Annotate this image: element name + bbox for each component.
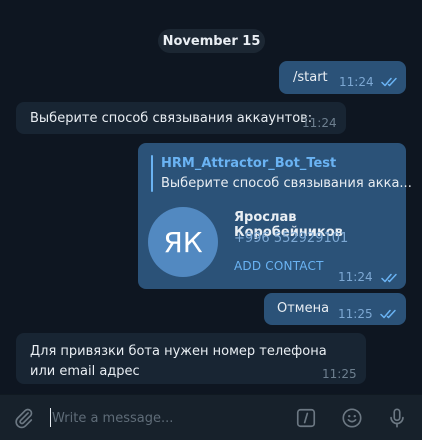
message-composer [0, 394, 422, 440]
reply-author[interactable]: HRM_Attractor_Bot_Test [161, 156, 336, 171]
message-text: Для привязки бота нужен номер телефона и… [30, 344, 327, 379]
double-check-icon [380, 309, 396, 319]
message-incoming[interactable]: Для привязки бота нужен номер телефона и… [16, 333, 366, 384]
contact-phone: +996 552929101 [234, 231, 349, 246]
microphone-icon[interactable] [385, 406, 409, 430]
add-contact-button[interactable]: ADD CONTACT [234, 259, 324, 273]
message-time: 11:25 [322, 367, 357, 381]
message-input[interactable] [52, 407, 278, 429]
text-cursor [50, 408, 51, 427]
double-check-icon [381, 273, 397, 283]
message-time: 11:24 [302, 116, 337, 130]
message-time: 11:25 [338, 307, 373, 321]
bot-command-icon[interactable] [294, 406, 318, 430]
emoji-icon[interactable] [340, 406, 364, 430]
contact-avatar[interactable]: ЯК [148, 207, 218, 277]
message-incoming[interactable]: Выберите способ связывания аккаунтов: 11… [16, 102, 346, 134]
chat-history[interactable]: November 15 /start 11:24 Выберите способ… [0, 0, 422, 394]
message-time: 11:24 [339, 75, 374, 89]
reply-bar [151, 155, 153, 192]
message-outgoing[interactable]: Отмена 11:25 [264, 293, 406, 325]
message-outgoing[interactable]: /start 11:24 [279, 61, 406, 94]
double-check-icon [381, 77, 397, 87]
message-text: Отмена [277, 301, 330, 316]
message-time: 11:24 [338, 270, 373, 284]
message-text: /start [293, 70, 328, 85]
paperclip-icon[interactable] [12, 406, 36, 430]
date-separator: November 15 [158, 29, 265, 53]
message-contact[interactable]: HRM_Attractor_Bot_Test Выберите способ с… [138, 143, 412, 289]
message-text: Выберите способ связывания аккаунтов: [30, 111, 313, 126]
reply-preview[interactable]: Выберите способ связывания акка... [161, 176, 412, 191]
